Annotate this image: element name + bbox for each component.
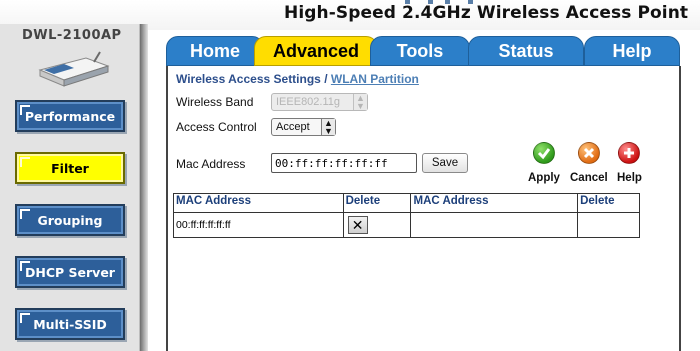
access-control-select[interactable]: Accept ▲ ▼: [271, 118, 336, 136]
help-button[interactable]: Help: [617, 142, 642, 184]
breadcrumb-link-wlan-partition[interactable]: WLAN Partition: [331, 72, 419, 86]
cancel-label: Cancel: [570, 172, 608, 184]
column-header-delete: Delete: [342, 193, 412, 213]
tab-status[interactable]: Status: [468, 36, 584, 66]
apply-button[interactable]: Apply: [528, 142, 560, 184]
sidebar-item-filter[interactable]: Filter: [15, 152, 125, 184]
breadcrumb: Wireless Access Settings / WLAN Partitio…: [176, 72, 419, 86]
sidebar-item-multi-ssid[interactable]: Multi-SSID: [15, 308, 125, 340]
wireless-band-select[interactable]: IEEE802.11g ▲ ▼: [271, 93, 368, 111]
breadcrumb-separator: /: [324, 72, 328, 86]
apply-label: Apply: [528, 172, 560, 184]
router-admin-page: High-Speed 2.4GHz Wireless Access Point …: [0, 0, 700, 351]
access-control-label: Access Control: [176, 120, 257, 134]
sidebar-item-grouping[interactable]: Grouping: [15, 204, 125, 236]
main-tab-bar: Home Advanced Tools Status Help: [156, 36, 692, 66]
page-title: High-Speed 2.4GHz Wireless Access Point: [284, 3, 689, 23]
sidebar-item-dhcp-server[interactable]: DHCP Server: [15, 256, 125, 288]
mac-address-label: Mac Address: [176, 157, 246, 171]
sidebar-rail: [140, 24, 148, 351]
tab-label: Tools: [396, 41, 444, 61]
column-header-mac-address-2: MAC Address: [410, 193, 579, 213]
select-arrows-icon: ▲ ▼: [353, 94, 367, 111]
sidebar-item-label: DHCP Server: [25, 265, 115, 280]
access-point-device-image: [38, 51, 110, 87]
mac-address-cell-2: [410, 211, 579, 239]
mac-filter-table: MAC Address Delete MAC Address Delete 00…: [173, 193, 640, 239]
device-model-name: DWL-2100AP: [22, 28, 122, 43]
breadcrumb-current: Wireless Access Settings: [176, 72, 321, 86]
apply-check-icon: [532, 142, 555, 164]
sidebar-item-label: Multi-SSID: [33, 317, 107, 332]
sidebar-item-performance[interactable]: Performance: [15, 100, 125, 132]
tab-advanced[interactable]: Advanced: [254, 36, 378, 66]
mac-address-input[interactable]: [271, 153, 417, 173]
column-header-mac-address: MAC Address: [173, 193, 344, 213]
tab-tools[interactable]: Tools: [370, 36, 470, 66]
sidebar-item-label: Grouping: [37, 213, 103, 228]
tab-home[interactable]: Home: [166, 36, 264, 66]
mac-address-cell: 00:ff:ff:ff:ff:ff: [173, 211, 344, 239]
tab-label: Home: [189, 41, 240, 61]
tab-help[interactable]: Help: [584, 36, 680, 66]
wireless-band-label: Wireless Band: [176, 95, 254, 109]
access-control-value: Accept: [276, 121, 310, 133]
tab-label: Advanced: [272, 41, 360, 61]
delete-x-icon[interactable]: ✕: [347, 215, 368, 234]
cancel-x-icon: [577, 142, 600, 164]
tab-label: Help: [612, 41, 652, 61]
table-header-row: MAC Address Delete MAC Address Delete: [173, 193, 640, 213]
help-label: Help: [617, 172, 642, 184]
save-button[interactable]: Save: [422, 153, 468, 173]
tab-label: Status: [498, 41, 554, 61]
table-row: 00:ff:ff:ff:ff:ff ✕: [173, 211, 640, 239]
sidebar-item-label: Performance: [24, 109, 116, 124]
help-plus-icon: [618, 142, 641, 164]
delete-cell: ✕: [342, 211, 412, 239]
delete-cell-2: [577, 211, 640, 239]
wireless-band-value: IEEE802.11g: [276, 96, 341, 108]
cancel-button[interactable]: Cancel: [570, 142, 608, 184]
select-arrows-icon: ▲ ▼: [321, 119, 335, 136]
sidebar-item-label: Filter: [51, 161, 89, 176]
column-header-delete-2: Delete: [577, 193, 640, 213]
